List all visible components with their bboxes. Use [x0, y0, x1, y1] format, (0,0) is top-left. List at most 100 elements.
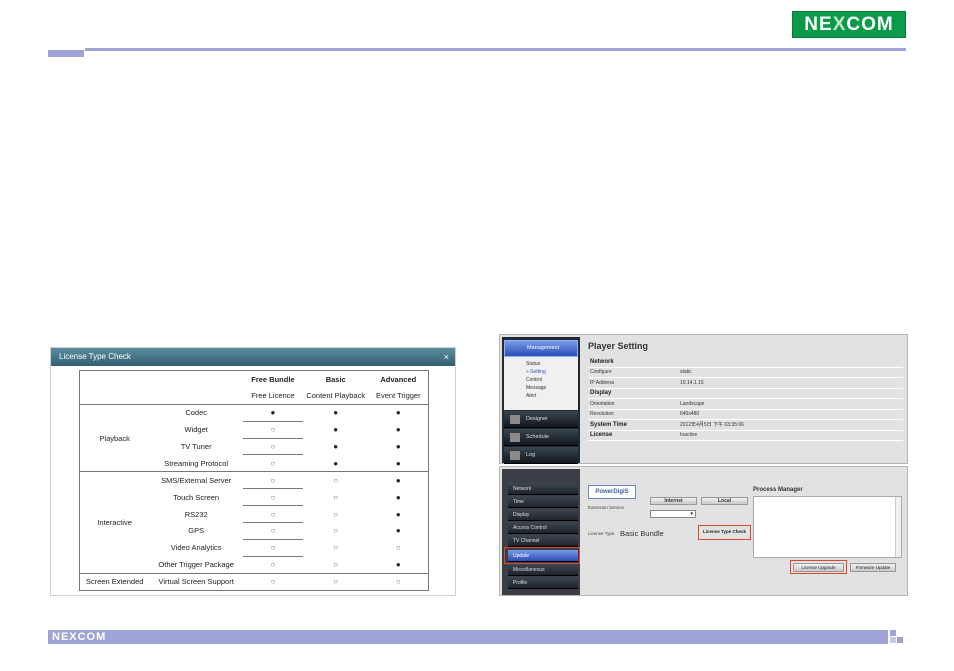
support-mark: ● — [395, 458, 401, 468]
submenu-item-control[interactable]: Control — [526, 376, 578, 384]
group-label: Interactive — [79, 471, 150, 574]
support-mark: ○ — [333, 559, 339, 569]
sidebar-item-access-control[interactable]: Access Control — [508, 522, 578, 534]
tab-local[interactable]: Local — [701, 497, 748, 505]
support-mark: ○ — [333, 543, 339, 553]
table-subheader-row: Free Licence Content Playback Event Trigge… — [80, 387, 429, 404]
support-mark: ○ — [243, 505, 303, 523]
setting-value: 10.14.1.15 — [680, 379, 704, 386]
support-mark: ○ — [243, 555, 303, 574]
setting-row: License Inactive — [588, 431, 903, 441]
support-mark: ○ — [333, 509, 339, 519]
feature-label: Touch Screen — [173, 492, 220, 502]
dialog-title: License Type Check — [59, 352, 131, 361]
submenu-item-status[interactable]: Status — [526, 360, 578, 368]
setting-key: Resolution — [590, 411, 614, 418]
column-subheader: Free Licence — [251, 391, 295, 401]
setting-key: Display — [590, 390, 612, 397]
sidebar-item-tv-channel[interactable]: TV Channel — [508, 535, 578, 547]
footer-squares-icon — [890, 630, 906, 644]
support-mark: ○ — [243, 522, 303, 540]
support-mark: ○ — [302, 572, 369, 591]
process-manager-log[interactable] — [753, 496, 902, 558]
setting-key: Configure — [590, 369, 612, 376]
sidebar-item-display[interactable]: Display — [508, 509, 578, 521]
feature-label: Codec — [149, 403, 244, 422]
setting-value: 640x480 — [680, 411, 700, 418]
setting-row: Orientation Landscape — [588, 399, 903, 410]
setting-row: Network — [588, 357, 903, 368]
close-icon[interactable]: × — [444, 348, 449, 366]
support-mark: ○ — [243, 488, 303, 506]
support-mark: ● — [302, 403, 369, 422]
license-type-label: License Type — [588, 531, 615, 536]
license-type-check-button[interactable]: License Type Check — [698, 525, 751, 540]
source-tabs: Internet Local — [650, 497, 748, 505]
column-header: Free Bundle — [251, 374, 295, 384]
support-mark: ○ — [368, 572, 429, 591]
page-title: Player Setting — [588, 341, 649, 351]
feature-label: Streaming Protocol — [164, 458, 229, 468]
extension-service-select[interactable]: ▾ — [650, 510, 696, 518]
feature-label: Virtual Screen Support — [149, 572, 244, 591]
setting-value: 2012年4月5日 下午 03:35:06 — [680, 422, 744, 429]
player-setting-panel: Management Status » Setting Control Mess… — [499, 334, 908, 464]
sidebar-item-network[interactable]: Network — [508, 483, 578, 495]
header-accent-block — [48, 50, 84, 57]
support-mark: ○ — [243, 437, 303, 455]
setting-row: IP Address 10.14.1.15 — [588, 378, 903, 389]
support-mark: ○ — [395, 543, 401, 553]
setting-key: License — [590, 432, 613, 439]
feature-label: RS232 — [184, 509, 208, 519]
feature-label: GPS — [188, 526, 205, 536]
extension-service-label: Extension Service — [588, 505, 625, 510]
support-mark: ○ — [333, 526, 339, 536]
tab-internet[interactable]: Internet — [650, 497, 697, 505]
column-header: Advanced — [380, 374, 417, 384]
support-mark: ● — [368, 403, 429, 422]
group-label: Playback — [79, 403, 150, 472]
support-mark: ○ — [302, 471, 369, 489]
sidebar-item-schedule[interactable]: Schedule — [504, 429, 578, 446]
table-row: Playback Codec ● ● ● — [79, 403, 429, 472]
support-mark: ● — [395, 526, 401, 536]
submenu-item-alert[interactable]: Alert — [526, 392, 578, 400]
firmware-update-button[interactable]: Firmware Update — [850, 563, 896, 572]
setting-row: System Time 2012年4月5日 下午 03:35:06 — [588, 420, 903, 431]
setting-key: System Time — [590, 421, 627, 428]
sidebar-item-miscellaneous[interactable]: Miscellaneous — [508, 564, 578, 576]
support-mark: ○ — [243, 538, 303, 557]
slide: NEXCOM License Type Check × Free Bundle B… — [0, 0, 954, 671]
submenu-item-message[interactable]: Message — [526, 384, 578, 392]
support-mark: ○ — [243, 420, 303, 439]
feature-label: SMS/External Server — [149, 471, 244, 489]
sidebar-item-profile[interactable]: Profile — [508, 577, 578, 589]
license-type-value: Basic Bundle — [620, 529, 664, 538]
license-comparison-table: Free Bundle Basic Advanced Free Licence Cont… — [79, 370, 429, 591]
table-row: Screen Extended Virtual Screen Support ○ ○ ○ — [79, 572, 429, 591]
setting-value: Landscape — [680, 400, 705, 407]
update-highlight — [504, 547, 580, 564]
feature-label: Other Trigger Package — [158, 559, 234, 569]
column-subheader: Event Trigger — [376, 391, 421, 401]
setting-key: IP Address — [590, 379, 615, 386]
process-manager-title: Process Manager — [753, 487, 803, 493]
sidebar-item-designer[interactable]: Designer — [504, 411, 578, 428]
submenu-item-setting[interactable]: » Setting — [526, 368, 578, 376]
support-mark: ○ — [333, 492, 339, 502]
support-mark: ○ — [243, 572, 303, 591]
license-upgrade-button[interactable]: License Upgrade — [793, 563, 844, 572]
player-setting-content: Player Setting Network Configure static … — [588, 341, 903, 441]
support-mark: ● — [243, 403, 303, 422]
table-row: Interactive SMS/External Server ○ ○ ● — [79, 471, 429, 574]
sidebar-item-management[interactable]: Management — [504, 340, 578, 357]
license-type-check-dialog: License Type Check × Free Bundle Basic Adv… — [50, 347, 456, 596]
scrollbar[interactable] — [895, 497, 901, 557]
setting-row: Resolution 640x480 — [588, 410, 903, 420]
footer-bar — [48, 630, 888, 644]
support-mark: ● — [395, 509, 401, 519]
management-submenu: Status » Setting Control Message Alert — [504, 357, 578, 410]
dialog-title-bar: License Type Check × — [51, 348, 455, 366]
sidebar-item-time[interactable]: Time — [508, 496, 578, 508]
sidebar-item-log[interactable]: Log — [504, 447, 578, 464]
